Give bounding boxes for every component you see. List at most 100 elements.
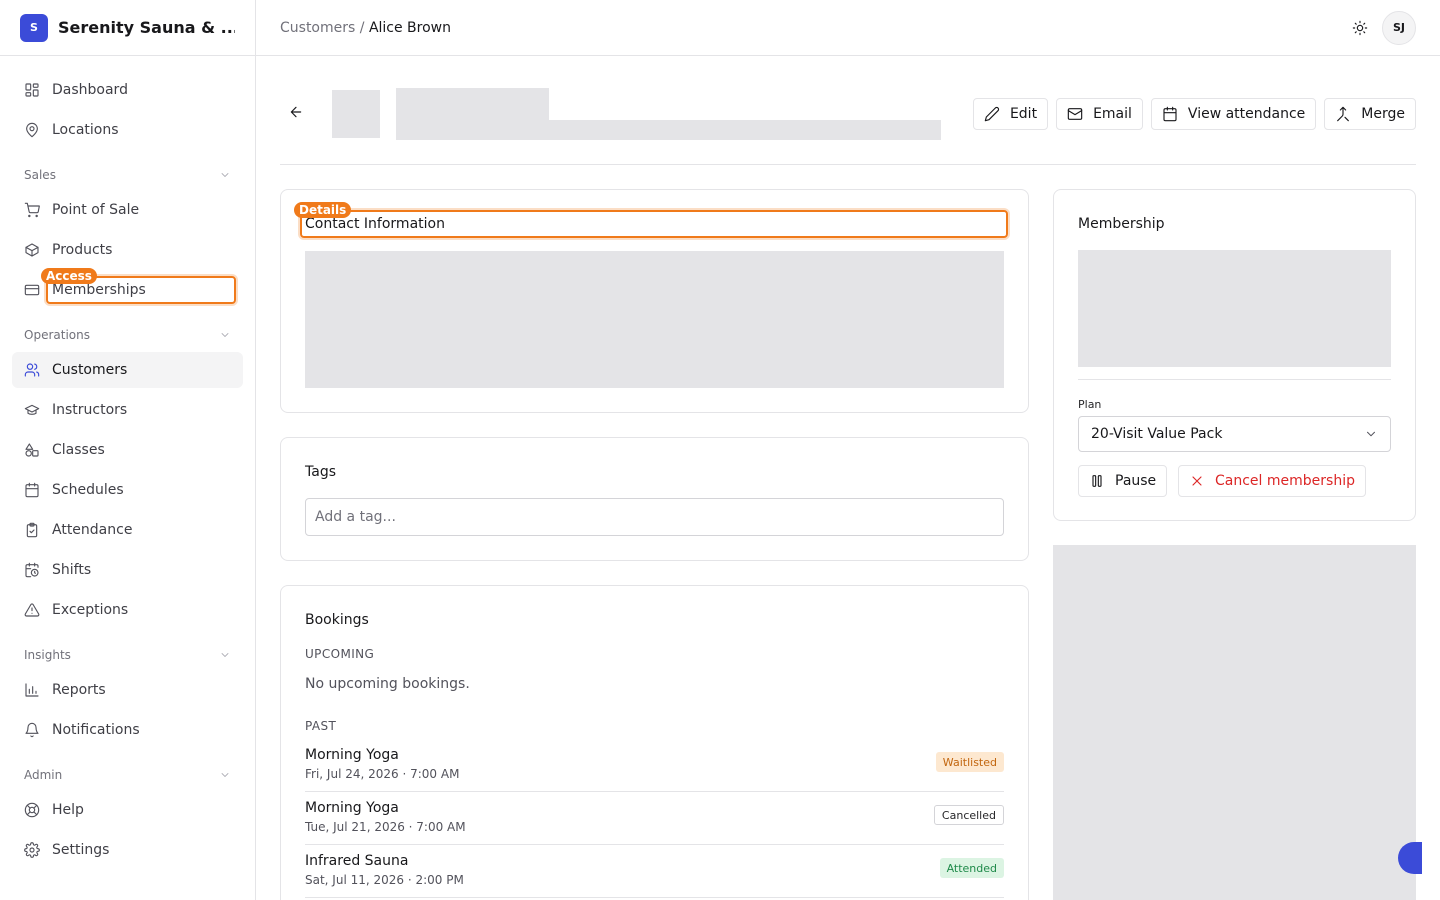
nav-group-label: Admin: [24, 768, 63, 782]
pause-button[interactable]: Pause: [1078, 465, 1168, 497]
booking-class-name: Morning Yoga: [305, 747, 399, 763]
sidebar-item-customers[interactable]: Customers: [12, 352, 243, 388]
nav-group-sales[interactable]: Sales: [24, 168, 231, 182]
breadcrumb-parent[interactable]: Customers: [280, 20, 355, 36]
clipboard-check-icon: [26, 522, 38, 538]
membership-title: Membership: [1078, 216, 1165, 232]
sidebar-item-settings[interactable]: Settings: [12, 832, 243, 868]
chevron-down-icon: [1367, 431, 1375, 437]
sidebar-item-help[interactable]: Help: [12, 792, 243, 828]
sidebar-item-label: Dashboard: [52, 82, 128, 98]
brand[interactable]: S Serenity Sauna & ...: [0, 0, 255, 56]
calendar-clock-icon: [25, 562, 39, 578]
plan-label: Plan: [1078, 398, 1102, 411]
booking-date: Sat, Jul 11, 2026 · 2:00 PM: [305, 873, 464, 887]
sidebar-item-locations[interactable]: Locations: [12, 112, 243, 148]
access-highlight-tag: Access: [41, 268, 97, 284]
page-actions: Edit Email View attendance Merge: [972, 98, 1416, 130]
sidebar-item-label: Help: [52, 802, 84, 818]
sidebar-item-label: Settings: [52, 842, 110, 858]
theme-toggle-button[interactable]: [1352, 20, 1368, 36]
sidebar-item-products[interactable]: Products: [12, 232, 243, 268]
status-badge: Cancelled: [933, 805, 1004, 825]
mail-icon: [1067, 108, 1083, 120]
sidebar-item-notifications[interactable]: Notifications: [12, 712, 243, 748]
close-icon: [1192, 476, 1202, 486]
package-icon: [25, 243, 39, 257]
membership-skeleton: [1078, 250, 1391, 367]
sidebar-item-label: Products: [52, 242, 113, 258]
breadcrumb-current: Alice Brown: [368, 19, 451, 36]
booking-row[interactable]: Infrared Sauna Sat, Jul 11, 2026 · 2:00 …: [305, 845, 1004, 898]
graduation-cap-icon: [24, 404, 40, 415]
sidebar-item-dashboard[interactable]: Dashboard: [12, 72, 243, 108]
cart-icon: [24, 202, 40, 218]
bar-chart-icon: [25, 683, 39, 697]
sidebar-item-shifts[interactable]: Shifts: [12, 552, 243, 588]
breadcrumb: Customers / Alice Brown: [280, 20, 451, 36]
details-highlight-tag: Details: [294, 202, 352, 218]
upcoming-empty: No upcoming bookings.: [305, 676, 470, 692]
sidebar-item-attendance[interactable]: Attendance: [12, 512, 243, 548]
bookings-card: Bookings UPCOMING No upcoming bookings. …: [280, 585, 1029, 900]
sidebar-item-label: Customers: [52, 362, 128, 378]
view-attendance-label: View attendance: [1187, 106, 1306, 122]
nav-group-operations[interactable]: Operations: [24, 328, 231, 342]
shapes-icon: [25, 443, 39, 457]
edit-button[interactable]: Edit: [972, 98, 1049, 130]
calendar-icon: [25, 482, 39, 498]
customer-meta-skeleton: [549, 120, 941, 140]
sun-icon: [1352, 20, 1368, 35]
nav-group-insights[interactable]: Insights: [24, 648, 231, 662]
upcoming-label: UPCOMING: [305, 647, 375, 661]
back-button[interactable]: [288, 104, 308, 124]
sidebar: S Serenity Sauna & ... Dashboard Locatio…: [0, 0, 256, 900]
nav-group-label: Insights: [24, 648, 71, 662]
sidebar-item-label: Attendance: [52, 522, 133, 538]
header-divider: [280, 164, 1416, 165]
brand-name: Serenity Sauna & ...: [58, 18, 235, 37]
pause-button-label: Pause: [1115, 473, 1157, 489]
tags-card: Tags: [280, 437, 1029, 561]
sidebar-item-label: Locations: [52, 122, 119, 138]
email-button[interactable]: Email: [1056, 98, 1143, 130]
merge-button[interactable]: Merge: [1324, 98, 1416, 130]
dashboard-icon: [25, 83, 39, 97]
merge-button-label: Merge: [1361, 106, 1405, 122]
tag-input[interactable]: [305, 498, 1004, 536]
chevron-down-icon: [221, 653, 229, 657]
sidebar-item-label: Notifications: [52, 722, 140, 738]
chat-launcher-button[interactable]: [1398, 842, 1422, 874]
view-attendance-button[interactable]: View attendance: [1150, 98, 1317, 130]
users-icon: [24, 363, 40, 377]
nav-group-label: Sales: [24, 168, 56, 182]
life-buoy-icon: [24, 802, 40, 818]
nav-group-admin[interactable]: Admin: [24, 768, 231, 782]
status-badge: Attended: [939, 858, 1004, 878]
header-actions: SJ: [1352, 10, 1416, 45]
pencil-icon: [984, 106, 1000, 122]
sidebar-item-label: Reports: [52, 682, 106, 698]
sidebar-item-classes[interactable]: Classes: [12, 432, 243, 468]
booking-date: Fri, Jul 24, 2026 · 7:00 AM: [305, 767, 460, 781]
sidebar-item-label: Classes: [52, 442, 105, 458]
sidebar-item-reports[interactable]: Reports: [12, 672, 243, 708]
sidebar-item-label: Schedules: [52, 482, 124, 498]
chevron-down-icon: [221, 333, 229, 337]
bell-icon: [25, 722, 39, 738]
booking-row[interactable]: Morning Yoga Tue, Jul 21, 2026 · 7:00 AM…: [305, 792, 1004, 845]
avatar[interactable]: SJ: [1382, 10, 1416, 45]
plan-select[interactable]: 20-Visit Value Pack: [1078, 416, 1391, 452]
sidebar-item-schedules[interactable]: Schedules: [12, 472, 243, 508]
customer-name-skeleton: [396, 88, 549, 140]
nav-group-label: Operations: [24, 328, 90, 342]
card-icon: [24, 284, 40, 296]
sidebar-item-instructors[interactable]: Instructors: [12, 392, 243, 428]
sidebar-item-point-of-sale[interactable]: Point of Sale: [12, 192, 243, 228]
details-highlight: [300, 210, 1008, 238]
booking-row[interactable]: Morning Yoga Fri, Jul 24, 2026 · 7:00 AM…: [305, 739, 1004, 792]
cancel-membership-label: Cancel membership: [1215, 473, 1355, 489]
sidebar-item-exceptions[interactable]: Exceptions: [12, 592, 243, 628]
cancel-membership-button[interactable]: Cancel membership: [1178, 465, 1366, 497]
breadcrumb-separator: /: [359, 19, 365, 36]
